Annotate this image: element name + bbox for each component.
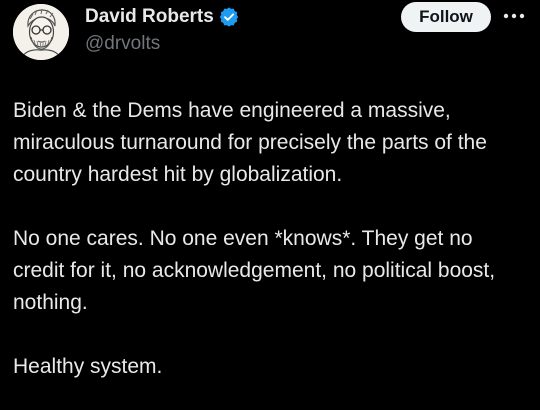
- more-options-icon[interactable]: [500, 6, 528, 26]
- tweet-paragraph: No one cares. No one even *knows*. They …: [13, 227, 496, 314]
- handle[interactable]: @drvolts: [85, 32, 239, 56]
- avatar-illustration: [13, 4, 69, 60]
- tweet-paragraph: Healthy system.: [13, 355, 163, 378]
- display-name[interactable]: David Roberts: [85, 5, 214, 29]
- verified-badge-icon[interactable]: [219, 7, 239, 27]
- follow-button[interactable]: Follow: [401, 2, 491, 32]
- avatar[interactable]: [13, 4, 69, 60]
- tweet: David Roberts @drvolts Follow Biden & th…: [0, 0, 540, 410]
- tweet-text: Biden & the Dems have engineered a massi…: [13, 95, 528, 383]
- name-row: David Roberts: [85, 5, 239, 29]
- tweet-paragraph: Biden & the Dems have engineered a massi…: [13, 99, 487, 186]
- author-info: David Roberts @drvolts: [85, 5, 239, 56]
